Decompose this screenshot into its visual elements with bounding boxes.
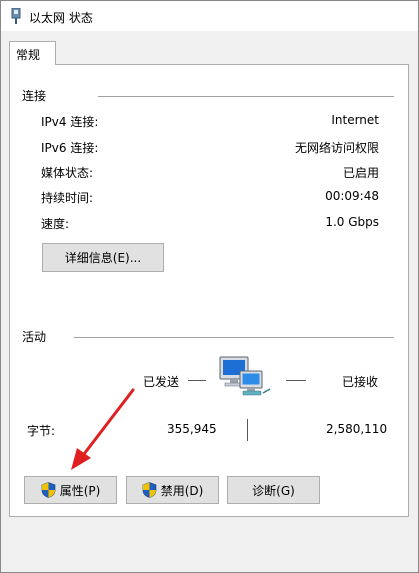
- ipv6-label: IPv6 连接:: [41, 141, 99, 155]
- media-state-label: 媒体状态:: [41, 166, 94, 180]
- disable-button-label: 禁用(D): [160, 483, 204, 498]
- media-state-value: 已启用: [342, 166, 379, 180]
- connection-group-divider: [98, 96, 394, 97]
- tab-general[interactable]: 常规: [9, 41, 56, 65]
- duration-label: 持续时间:: [41, 191, 94, 205]
- bytes-separator: [247, 419, 248, 441]
- ethernet-status-window: 以太网 状态 常规 连接 IPv4 连接: Internet IPv6 连接: …: [0, 0, 419, 573]
- activity-group-divider: [74, 337, 394, 338]
- received-label: 已接收: [342, 375, 379, 389]
- diagnose-button-label: 诊断(G): [252, 483, 295, 498]
- uac-shield-icon: [142, 482, 156, 498]
- diagnose-button[interactable]: 诊断(G): [227, 476, 320, 504]
- duration-value: 00:09:48: [325, 189, 379, 203]
- bytes-label: 字节:: [27, 424, 56, 438]
- ipv6-value: 无网络访问权限: [294, 141, 379, 155]
- tab-general-label: 常规: [16, 48, 41, 62]
- red-arrow-annotation-icon: [71, 388, 135, 470]
- ipv4-label: IPv4 连接:: [41, 115, 99, 129]
- sent-label: 已发送: [143, 375, 180, 389]
- speed-value: 1.0 Gbps: [325, 215, 379, 229]
- title-bar: 以太网 状态: [1, 1, 418, 31]
- bytes-received-value: 2,580,110: [326, 422, 388, 436]
- ipv4-value: Internet: [331, 113, 379, 127]
- network-adapter-icon: [11, 8, 21, 24]
- network-computers-icon: [219, 356, 271, 396]
- window-title: 以太网 状态: [29, 11, 93, 25]
- connection-group-title: 连接: [22, 89, 47, 103]
- sent-dash: [188, 380, 206, 381]
- properties-button-label: 属性(P): [59, 483, 101, 498]
- properties-button[interactable]: 属性(P): [24, 476, 117, 504]
- disable-button[interactable]: 禁用(D): [126, 476, 219, 504]
- details-button[interactable]: 详细信息(E)...: [42, 243, 164, 272]
- activity-group-title: 活动: [22, 330, 47, 344]
- bytes-sent-value: 355,945: [167, 422, 217, 436]
- uac-shield-icon: [41, 482, 55, 498]
- speed-label: 速度:: [41, 217, 70, 231]
- received-dash: [286, 380, 306, 381]
